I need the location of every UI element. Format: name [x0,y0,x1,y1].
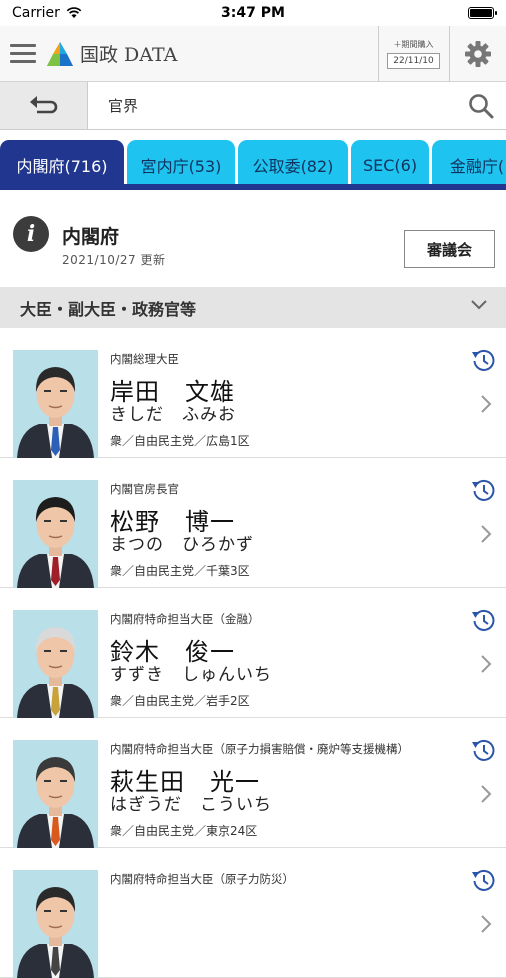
triangle-logo-icon [47,41,73,66]
council-button[interactable]: 審議会 [404,230,495,268]
chevron-down-icon [471,300,487,310]
history-icon[interactable] [471,348,497,374]
carrier-label: Carrier [12,5,60,21]
official-post: 内閣府特命担当大臣（原子力損害賠償・廃炉等支援機構） [110,742,409,756]
search-input[interactable]: 官界 [88,82,456,129]
app-logo: 国政 DATA [46,26,177,82]
app-header: 国政 DATA ＋期間購入 22/11/10 [0,26,506,82]
official-post: 内閣府特命担当大臣（金融） [110,612,260,626]
official-affiliation: 衆／自由民主党／岩手2区 [110,694,250,708]
ministry-info: i 内閣府 2021/10/27 更新 審議会 [0,196,506,286]
official-post: 内閣官房長官 [110,482,179,496]
hamburger-menu-button[interactable] [0,26,46,82]
chevron-right-icon [481,655,492,673]
official-kana: きしだ ふみお [110,405,236,425]
official-photo [13,350,98,458]
search-icon [469,93,494,118]
official-affiliation: 衆／自由民主党／東京24区 [110,824,258,838]
back-button[interactable] [0,82,88,129]
info-icon: i [13,216,49,252]
settings-button[interactable] [449,26,506,82]
ministry-tabs: 内閣府(716) 宮内庁(53) 公取委(82) SEC(6) 金融庁( [0,140,506,190]
official-kana: すずき しゅんいち [110,665,272,685]
history-icon[interactable] [471,478,497,504]
chevron-right-icon [481,785,492,803]
official-post: 内閣総理大臣 [110,352,179,366]
tab-fair-trade[interactable]: 公取委(82) [238,140,348,184]
update-purchase-button[interactable]: ＋期間購入 22/11/10 [378,26,448,82]
history-icon[interactable] [471,738,497,764]
chevron-right-icon [481,915,492,933]
tab-fsa[interactable]: 金融庁( [432,140,506,184]
official-photo [13,610,98,718]
official-list: 内閣総理大臣 岸田 文雄 きしだ ふみお 衆／自由民主党／広島1区 内閣官房長官… [0,328,506,978]
tab-sec[interactable]: SEC(6) [351,140,429,184]
official-photo [13,870,98,978]
official-row[interactable]: 内閣官房長官 松野 博一 まつの ひろかず 衆／自由民主党／千葉3区 [0,458,506,588]
official-kana: はぎうだ こういち [110,795,272,815]
ministry-updated: 2021/10/27 更新 [62,253,166,267]
gear-icon [465,41,491,67]
wifi-icon [66,7,82,18]
official-kana: まつの ひろかず [110,535,254,555]
history-icon[interactable] [471,608,497,634]
official-row[interactable]: 内閣府特命担当大臣（原子力防災） [0,848,506,978]
status-bar: Carrier 3:47 PM [0,0,506,26]
official-row[interactable]: 内閣府特命担当大臣（原子力損害賠償・廃炉等支援機構） 萩生田 光一 はぎうだ こ… [0,718,506,848]
search-bar: 官界 [0,82,506,130]
return-arrow-icon [29,95,57,113]
history-icon[interactable] [471,868,497,894]
update-label: ＋期間購入 [393,40,434,49]
battery-icon [468,7,497,19]
section-title: 大臣・副大臣・政務官等 [20,299,197,319]
official-row[interactable]: 内閣府特命担当大臣（金融） 鈴木 俊一 すずき しゅんいち 衆／自由民主党／岩手… [0,588,506,718]
official-photo [13,740,98,848]
update-date: 22/11/10 [387,53,440,69]
official-photo [13,480,98,588]
official-post: 内閣府特命担当大臣（原子力防災） [110,872,294,886]
chevron-right-icon [481,525,492,543]
chevron-right-icon [481,395,492,413]
official-affiliation: 衆／自由民主党／千葉3区 [110,564,250,578]
section-header[interactable]: 大臣・副大臣・政務官等 [0,287,506,328]
tab-cabinet-office[interactable]: 内閣府(716) [0,140,124,184]
ministry-name: 内閣府 [62,226,120,248]
tab-imperial-household[interactable]: 宮内庁(53) [127,140,235,184]
official-affiliation: 衆／自由民主党／広島1区 [110,434,250,448]
search-button[interactable] [456,82,506,129]
app-title: 国政 DATA [80,44,178,66]
official-row[interactable]: 内閣総理大臣 岸田 文雄 きしだ ふみお 衆／自由民主党／広島1区 [0,328,506,458]
